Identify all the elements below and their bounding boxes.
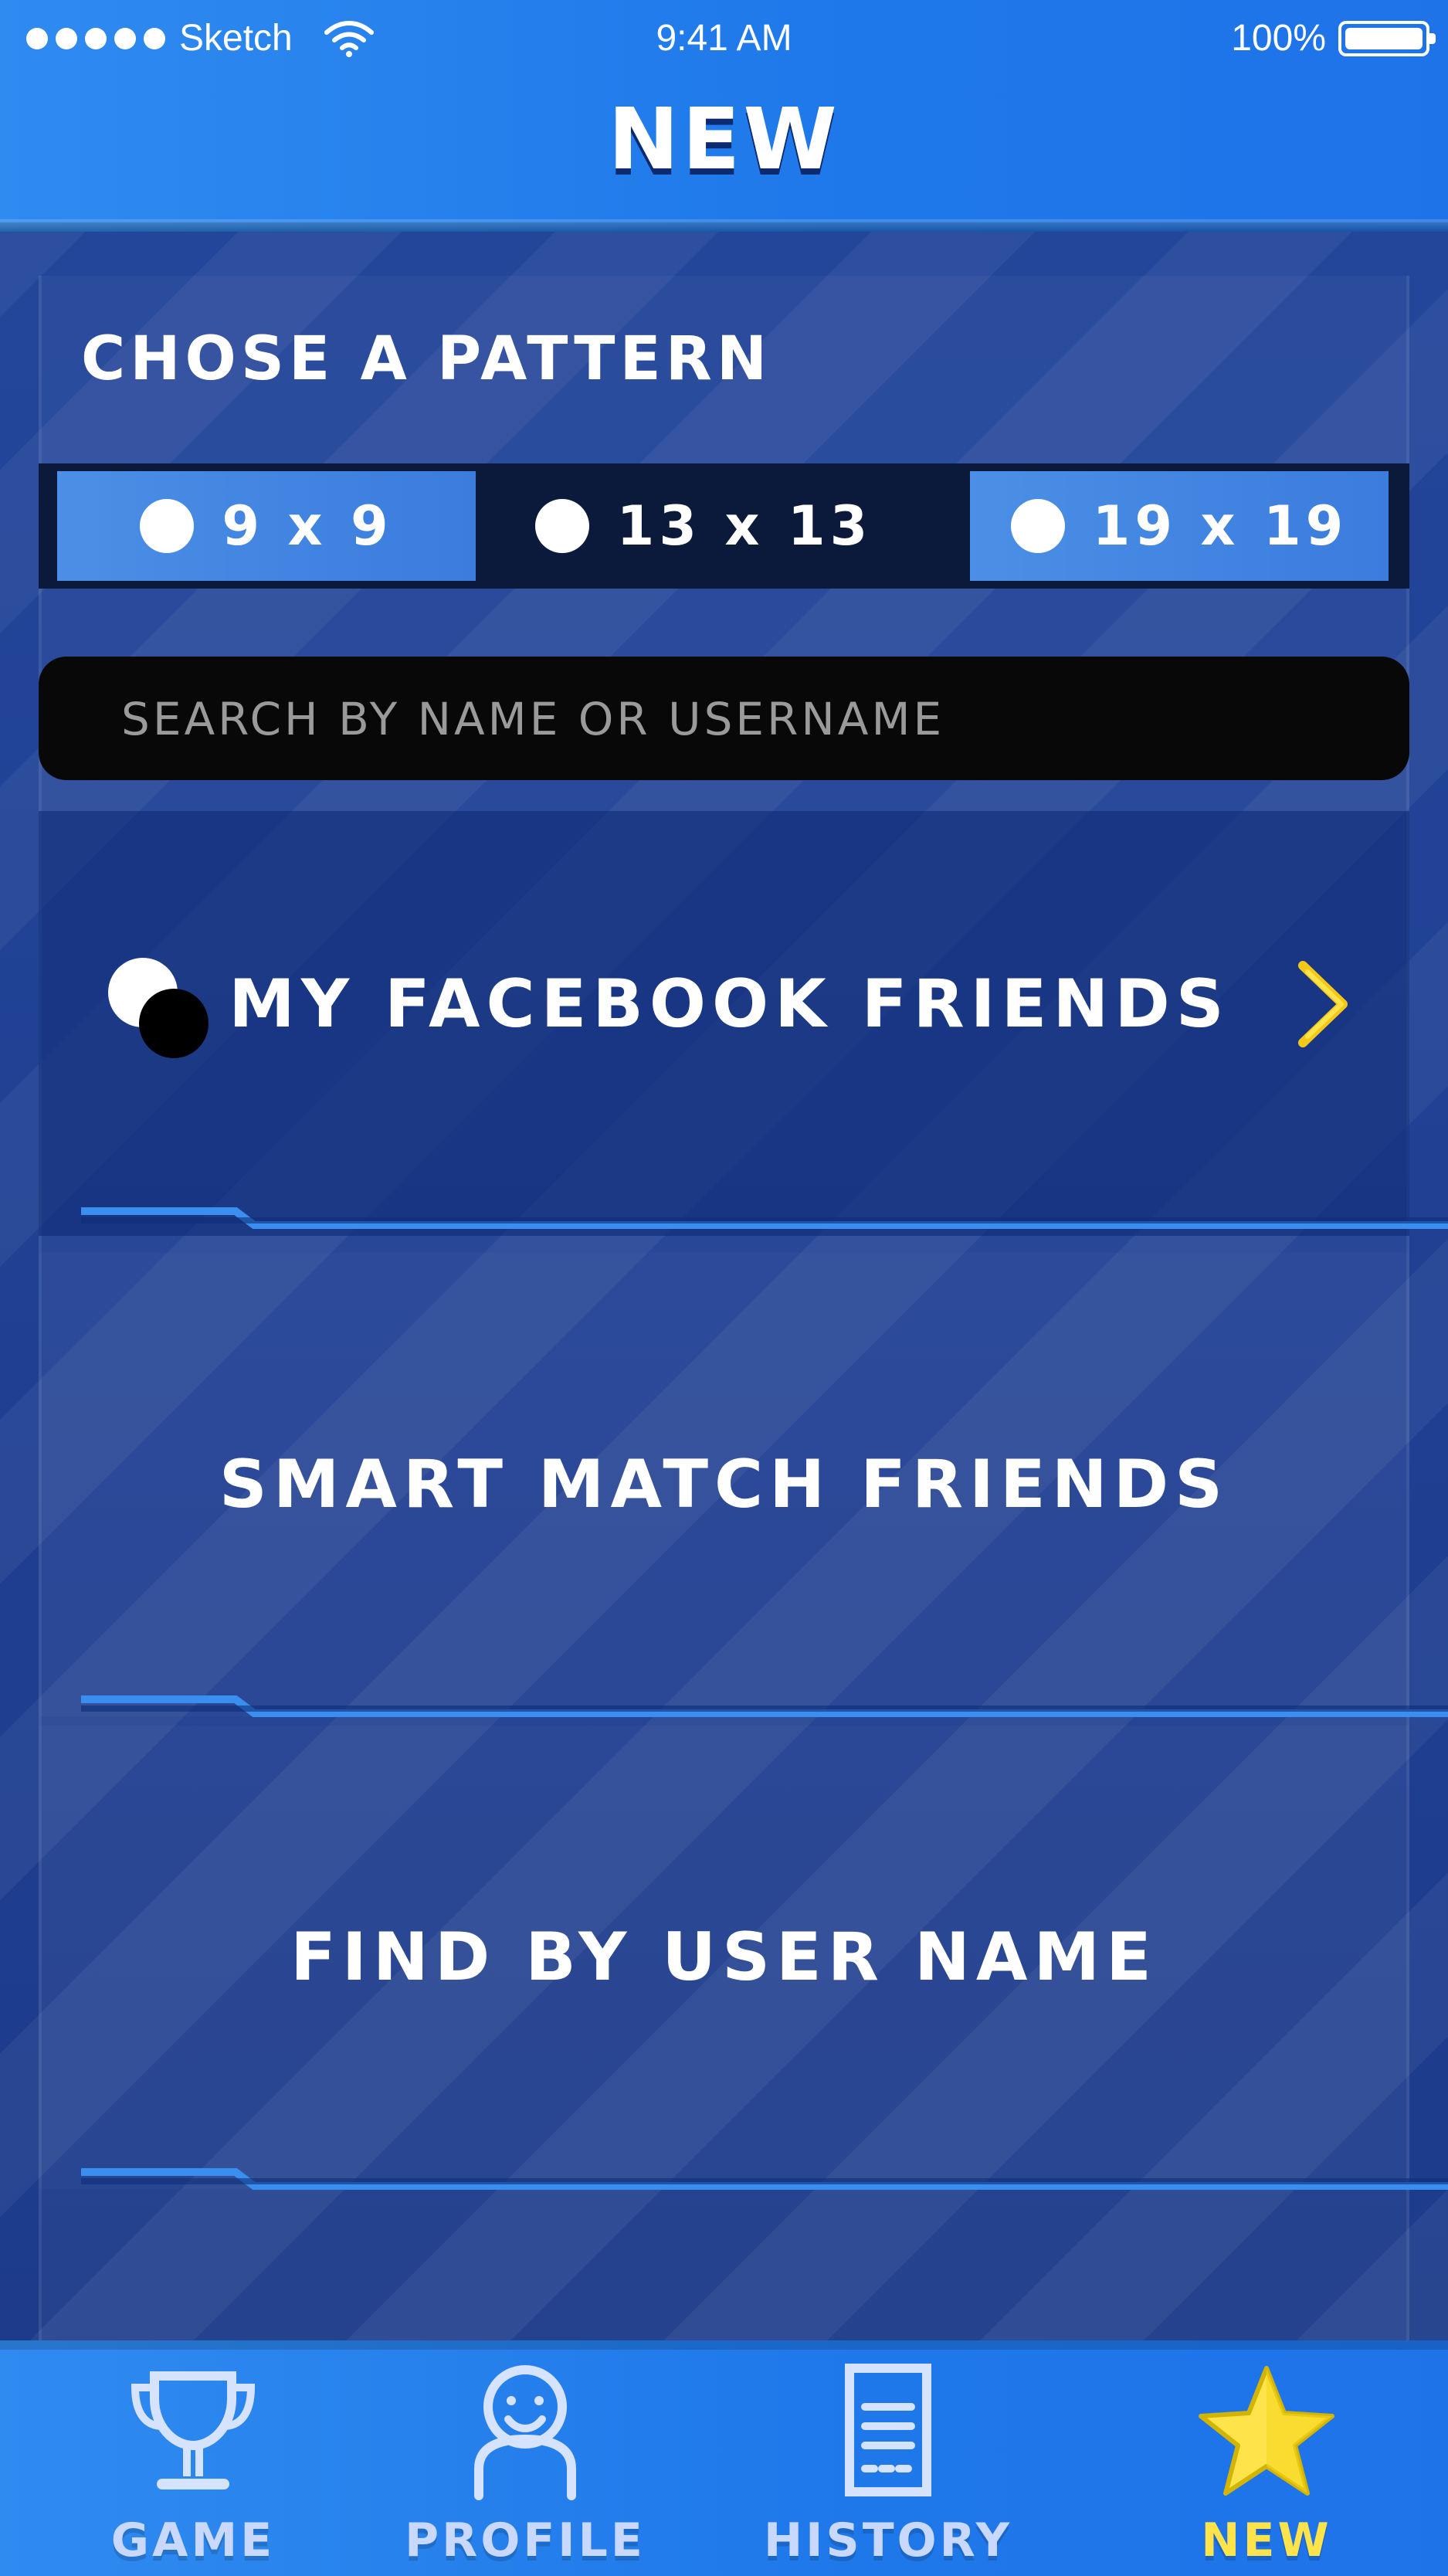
chevron-right-icon bbox=[1297, 961, 1348, 1047]
menu-item-label: MY FACEBOOK FRIENDS bbox=[229, 966, 1230, 1043]
menu-item-find-username[interactable]: FIND BY USER NAME bbox=[39, 1726, 1448, 2190]
pattern-title: CHOSE A PATTERN bbox=[81, 324, 772, 394]
star-icon bbox=[1199, 2366, 1334, 2496]
pattern-option-label: 13 x 13 bbox=[616, 494, 873, 558]
history-icon bbox=[845, 2364, 931, 2496]
search-input[interactable] bbox=[120, 657, 1358, 782]
pattern-option-13x13[interactable]: 13 x 13 bbox=[494, 471, 913, 581]
profile-icon bbox=[474, 2365, 576, 2500]
menu-item-smart-match[interactable]: SMART MATCH FRIENDS bbox=[39, 1253, 1448, 1717]
tab-game[interactable]: GAME bbox=[15, 2348, 371, 2576]
pattern-option-19x19[interactable]: 19 x 19 bbox=[970, 471, 1389, 581]
radio-icon bbox=[140, 499, 195, 553]
menu-item-label: SMART MATCH FRIENDS bbox=[219, 1446, 1229, 1523]
section-divider bbox=[81, 2168, 1448, 2190]
search-bar bbox=[39, 657, 1409, 782]
menu-row: SMART MATCH FRIENDS bbox=[39, 1253, 1409, 1716]
tab-label: HISTORY bbox=[763, 2513, 1013, 2568]
section-divider bbox=[81, 1207, 1448, 1229]
page-title: NEW bbox=[608, 90, 840, 188]
radio-icon bbox=[534, 499, 589, 553]
radio-icon bbox=[1010, 499, 1065, 553]
top-bar: Sketch 9:41 AM 100% NEW bbox=[0, 0, 1448, 232]
menu-item-facebook-friends[interactable]: MY FACEBOOK FRIENDS bbox=[39, 811, 1448, 1236]
menu-row: FIND BY USER NAME bbox=[39, 1726, 1409, 2189]
menu-row: MY FACEBOOK FRIENDS bbox=[39, 811, 1409, 1197]
pattern-option-label: 9 x 9 bbox=[222, 494, 393, 558]
section-divider bbox=[81, 1695, 1448, 1717]
battery-percent: 100% bbox=[1231, 18, 1326, 59]
tab-label: PROFILE bbox=[405, 2513, 646, 2568]
tab-label: GAME bbox=[110, 2513, 276, 2568]
pattern-option-9x9[interactable]: 9 x 9 bbox=[57, 471, 476, 581]
tab-new[interactable]: NEW bbox=[1089, 2348, 1444, 2576]
menu-item-label: FIND BY USER NAME bbox=[290, 1919, 1158, 1996]
tab-label: NEW bbox=[1201, 2513, 1332, 2568]
go-stones-icon bbox=[93, 942, 209, 1066]
status-bar: Sketch 9:41 AM 100% bbox=[0, 0, 1448, 85]
tab-profile[interactable]: PROFILE bbox=[348, 2348, 703, 2576]
trophy-icon bbox=[131, 2371, 256, 2489]
battery-icon bbox=[1338, 20, 1436, 56]
pattern-option-label: 19 x 19 bbox=[1092, 494, 1348, 558]
screen: Sketch 9:41 AM 100% NEW CHOSE A PATTERN … bbox=[0, 0, 1448, 2576]
tab-history[interactable]: HISTORY bbox=[710, 2348, 1066, 2576]
status-right: 100% bbox=[1231, 17, 1436, 59]
